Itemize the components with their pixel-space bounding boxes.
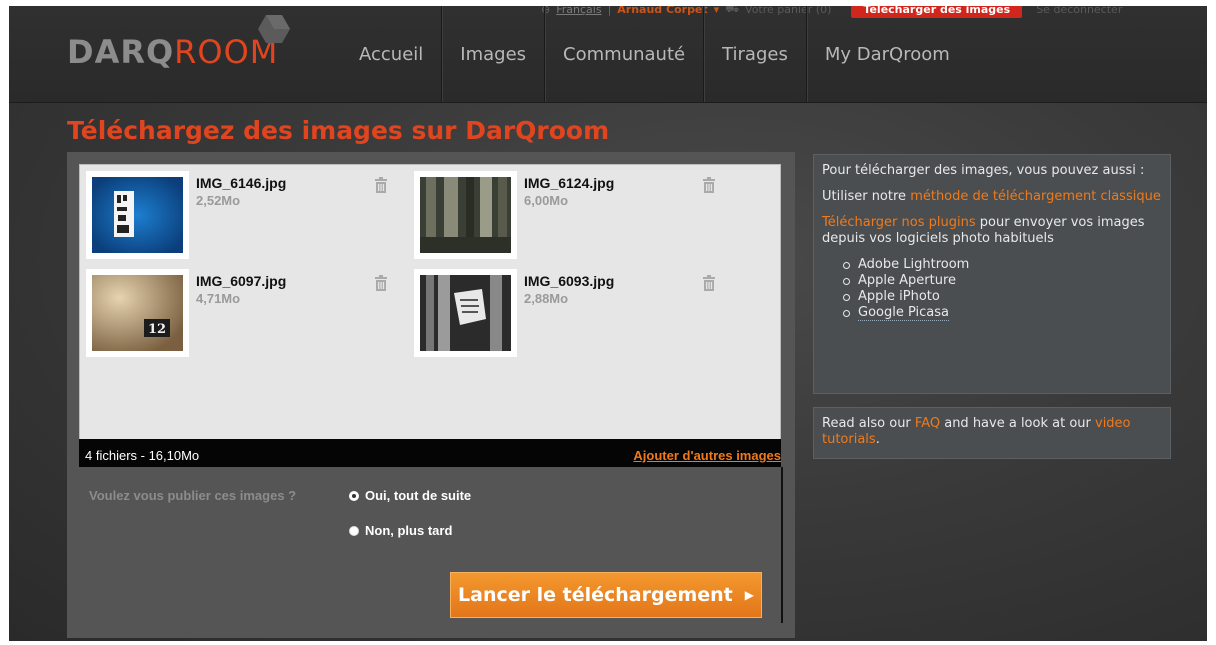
file-list-footer: 4 fichiers - 16,10Mo Ajouter d'autres im… [79,439,781,467]
file-list: IMG_6146.jpg 2,52Mo IMG_6124.jpg 6,00Mo … [79,164,781,440]
file-item: IMG_6093.jpg 2,88Mo [408,263,728,357]
logout-link[interactable]: Se déconnecter [1036,6,1122,16]
app-frame: ⊕ Français | Arnaud Corpet ▾ ⛟ Votre pan… [9,6,1207,641]
file-name: IMG_6097.jpg [196,273,287,289]
sidebar-intro: Pour télécharger des images, vous pouvez… [822,163,1145,178]
file-name: IMG_6146.jpg [196,175,287,191]
sidebar-classic-line: Utiliser notre méthode de téléchargement… [822,189,1162,205]
file-size: 2,88Mo [524,291,569,306]
nav-item-my-darqroom[interactable]: My DarQroom [807,6,968,102]
svg-text:12: 12 [148,322,166,337]
faq-suffix: . [875,432,880,447]
file-thumbnail: 12 [86,269,189,357]
file-name: IMG_6093.jpg [524,273,615,289]
file-thumbnail [86,171,189,259]
trash-icon[interactable] [374,177,388,193]
file-size: 6,00Mo [524,193,569,208]
help-box: Read also our FAQ and have a look at our… [813,407,1171,459]
faq-prefix: Read also our [822,416,915,431]
site-header: ⊕ Français | Arnaud Corpet ▾ ⛟ Votre pan… [9,6,1207,103]
radio-label-no: Non, plus tard [365,523,453,538]
plugins-link[interactable]: Télécharger nos plugins [822,215,976,230]
trash-icon[interactable] [374,275,388,291]
upload-panel: IMG_6146.jpg 2,52Mo IMG_6124.jpg 6,00Mo … [67,152,795,638]
plugin-item: Adobe Lightroom [843,257,1162,273]
radio-publish-now[interactable]: Oui, tout de suite [349,488,471,503]
logo-hexagon-icon [258,15,290,43]
plugin-list: Adobe Lightroom Apple Aperture Apple iPh… [822,257,1162,321]
file-thumbnail [414,269,517,357]
nav-item-images[interactable]: Images [442,6,546,102]
radio-label-yes: Oui, tout de suite [365,488,472,503]
plugin-item: Apple Aperture [843,273,1162,289]
classic-prefix: Utiliser notre [822,189,911,204]
file-item: 12 IMG_6097.jpg 4,71Mo [80,263,400,357]
photo-thumbnail-number-12: 12 [92,275,183,351]
upload-alternatives-box: Pour télécharger des images, vous pouvez… [813,154,1171,394]
nav-item-accueil[interactable]: Accueil [341,6,443,102]
radio-unchecked-icon[interactable] [349,525,359,536]
trash-icon[interactable] [702,275,716,291]
logo[interactable]: DARQROOM [67,30,278,74]
faq-link[interactable]: FAQ [915,416,940,431]
plugin-item: Apple iPhoto [843,289,1162,305]
photo-thumbnail-trees [420,177,511,253]
divider [781,467,783,623]
radio-checked-icon[interactable] [349,490,359,501]
photo-thumbnail-blue-sign [92,177,183,253]
launch-upload-button[interactable]: Lancer le téléchargement ▶ [450,572,762,618]
classic-upload-link[interactable]: méthode de téléchargement classique [910,189,1161,204]
plugin-item-label: Google Picasa [858,305,949,321]
file-count: 4 fichiers - 16,10Mo [85,448,200,463]
file-size: 4,71Mo [196,291,241,306]
faq-middle: and have a look at our [940,416,1095,431]
file-item: IMG_6124.jpg 6,00Mo [408,165,728,259]
plugin-item: Google Picasa [843,305,1162,321]
file-size: 2,52Mo [196,193,241,208]
trash-icon[interactable] [702,177,716,193]
photo-thumbnail-column-paper [420,275,511,351]
radio-publish-later[interactable]: Non, plus tard [349,523,452,538]
add-more-images-link[interactable]: Ajouter d'autres images [633,448,781,463]
launch-upload-label: Lancer le téléchargement [458,584,733,606]
file-name: IMG_6124.jpg [524,175,615,191]
arrow-right-icon: ▶ [744,588,754,602]
file-thumbnail [414,171,517,259]
logo-text-darq: DARQ [67,33,175,71]
sidebar-plugins-line: Télécharger nos plugins pour envoyer vos… [822,215,1162,247]
file-item: IMG_6146.jpg 2,52Mo [80,165,400,259]
page-title: Téléchargez des images sur DarQroom [67,116,610,145]
nav-item-tirages[interactable]: Tirages [704,6,807,102]
main-nav: Accueil Images Communauté Tirages My Dar… [341,6,968,102]
nav-item-communaute[interactable]: Communauté [545,6,705,102]
publish-question: Voulez vous publier ces images ? [89,488,297,503]
